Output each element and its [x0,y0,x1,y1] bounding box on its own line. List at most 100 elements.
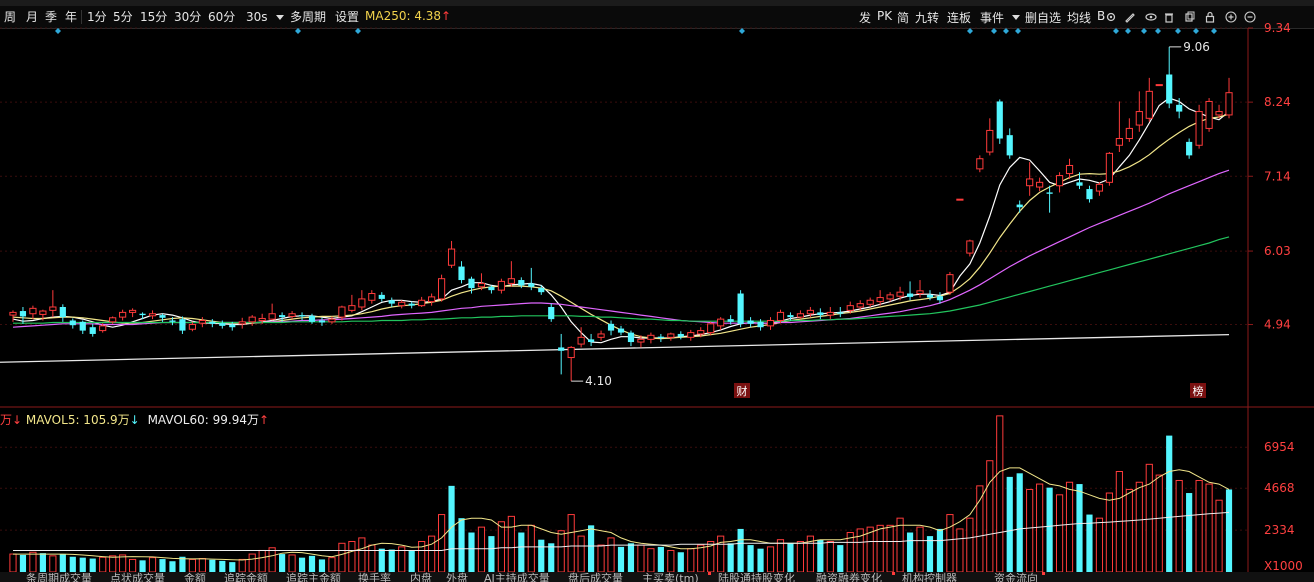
candle [398,300,406,309]
indicator-tab[interactable]: 条周期成交量 [26,573,92,582]
mavol60-label: MAVOL60: 99.94万 [147,413,259,427]
volume-bar [617,546,625,572]
candle-body [687,332,695,338]
indicator-tab[interactable]: 追踪主金额 [286,573,341,582]
candle-body [89,327,96,334]
candle-body [119,311,127,318]
indicator-tab[interactable]: 外盘 [446,573,468,582]
volume-bar [697,544,705,572]
candle-body [1225,92,1233,116]
volume-bar [557,530,565,572]
candle-body [29,307,37,315]
event-diamond-icon [55,28,61,34]
candle [1135,91,1143,132]
indicator-tab[interactable]: 内盘 [410,573,432,582]
candle [996,99,1003,144]
candle [188,321,196,332]
volume-bar [209,559,216,572]
volume-bar [437,514,446,572]
candle [447,240,456,268]
candle-body [1065,164,1074,175]
candle-body [1115,138,1123,146]
event-mark-label: 财 [737,384,748,398]
candle [597,330,605,341]
candle [129,308,137,318]
indicator-tab[interactable]: 金额 [184,573,206,582]
candle-body [258,317,266,321]
volume-bar [677,552,684,572]
candle-body [747,320,754,324]
indicator-tab[interactable]: 主买卖(tm) [642,573,699,582]
indicator-tab[interactable]: 资金流向 [994,573,1038,582]
candle-body [667,333,675,338]
volume-bar [29,551,37,572]
candle-body [1086,189,1093,200]
indicator-tab[interactable]: 融资融券变化 [816,573,882,582]
candlestick-chart[interactable]: 9.34 8.24 7.14 6.03 4.94 6954 4668 2334 X1000 9.… [0,0,1314,572]
candle-body [588,339,595,343]
candle-body [477,282,486,288]
event-diamond-icon [1003,28,1009,34]
volume-bar [737,528,744,572]
volume-bar [1026,488,1034,572]
volume-bar [169,561,176,572]
candle-body [507,278,515,284]
candle-body [59,307,66,318]
candle [866,297,874,307]
volume-bar [817,539,824,572]
candle-body [817,312,824,316]
indicator-tab[interactable]: 追踪金额 [224,573,268,582]
candle [268,303,276,321]
candle-body [1016,204,1023,208]
volume-bar [866,526,874,572]
indicator-tab[interactable]: 陆股通持股变化 [718,573,795,582]
event-diamond-icon [1211,28,1217,34]
volume-bar [219,560,226,572]
indicator-tab[interactable]: 机构控制器 [902,573,957,582]
indicator-tab[interactable]: 换手率 [358,573,391,582]
new-badge-dot [1042,572,1045,575]
volume-bar [188,558,196,572]
volume-bar [248,553,256,572]
candle-body [697,330,705,335]
candle-body [1176,104,1183,112]
ma60-line [13,236,1230,324]
candle-body [796,313,805,318]
candle-body [896,291,904,297]
candle [677,331,684,340]
candle-body [607,323,615,331]
volume-bar [1055,494,1064,572]
volume-bar [956,528,964,572]
volume-bar [916,526,924,572]
candle-body [876,297,884,303]
candle [906,281,914,301]
candle-body [49,306,57,311]
new-badge-dot [892,572,895,575]
candle-body [437,278,446,300]
volume-bar [747,545,754,572]
candle-body [428,296,436,303]
indicator-tab[interactable]: 盘后成交量 [568,573,623,582]
candle-body [846,305,854,311]
indicator-tab[interactable]: 点状成交量 [110,573,165,582]
candle-body [956,198,964,201]
candle-body [1026,178,1034,187]
candle [1006,128,1013,159]
event-diamond-icon [355,28,361,34]
volume-bar [637,544,645,572]
volume-bar [936,528,944,572]
volume-bar [787,543,794,572]
volume-bar [567,514,575,572]
volume-bar [527,524,535,572]
candle-body [976,158,984,170]
candle-body [348,305,356,311]
candle [627,330,635,347]
volume-bar [1065,481,1074,572]
candle-body [1166,74,1173,104]
candle [59,304,66,322]
candle [1055,172,1064,193]
candle-body [79,321,86,331]
indicator-tab[interactable]: AI主持成交量 [484,573,550,582]
volume-bar [966,517,974,572]
volume-bar [826,540,834,572]
